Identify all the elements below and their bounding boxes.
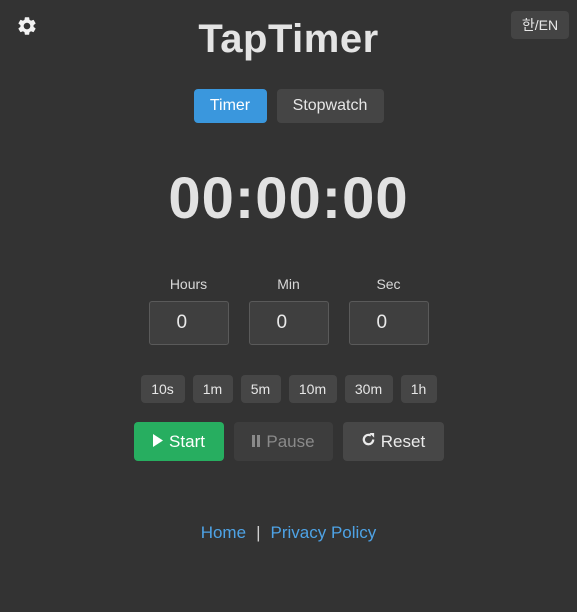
tab-timer[interactable]: Timer <box>193 89 267 123</box>
footer-separator: | <box>256 523 261 542</box>
time-inputs: Hours Min Sec <box>0 276 577 345</box>
hours-label: Hours <box>169 276 208 292</box>
minutes-group: Min <box>248 276 329 345</box>
reset-label: Reset <box>380 431 426 451</box>
mode-tabs: Timer Stopwatch <box>0 89 577 123</box>
footer: Home | Privacy Policy <box>0 523 577 543</box>
home-link[interactable]: Home <box>201 523 246 543</box>
pause-button[interactable]: Pause <box>233 422 333 461</box>
app-title: TapTimer <box>198 17 379 61</box>
preset-10m-button[interactable]: 10m <box>288 375 337 403</box>
pause-icon <box>251 432 261 452</box>
start-button[interactable]: Start <box>133 422 224 461</box>
minutes-label: Min <box>277 276 300 292</box>
preset-30m-button[interactable]: 30m <box>344 375 393 403</box>
timer-controls: Start Pause Reset <box>0 422 577 461</box>
time-display: 00:00:00 <box>168 166 409 231</box>
seconds-input[interactable] <box>348 301 429 345</box>
preset-10s-button[interactable]: 10s <box>140 375 185 403</box>
start-label: Start <box>169 431 205 451</box>
seconds-label: Sec <box>376 276 401 292</box>
hours-input[interactable] <box>148 301 229 345</box>
privacy-policy-link[interactable]: Privacy Policy <box>270 523 376 543</box>
taptimer-app: 한/EN TapTimer Timer Stopwatch 00:00:00 H… <box>0 0 577 612</box>
minutes-input[interactable] <box>248 301 329 345</box>
preset-buttons: 10s 1m 5m 10m 30m 1h <box>0 375 577 403</box>
reset-button[interactable]: Reset <box>342 422 444 461</box>
preset-1h-button[interactable]: 1h <box>400 375 437 403</box>
hours-group: Hours <box>148 276 229 345</box>
play-icon <box>152 432 164 452</box>
seconds-group: Sec <box>348 276 429 345</box>
preset-1m-button[interactable]: 1m <box>192 375 233 403</box>
preset-5m-button[interactable]: 5m <box>240 375 281 403</box>
tab-stopwatch[interactable]: Stopwatch <box>276 89 384 123</box>
pause-label: Pause <box>266 431 315 451</box>
reset-icon <box>361 432 376 452</box>
